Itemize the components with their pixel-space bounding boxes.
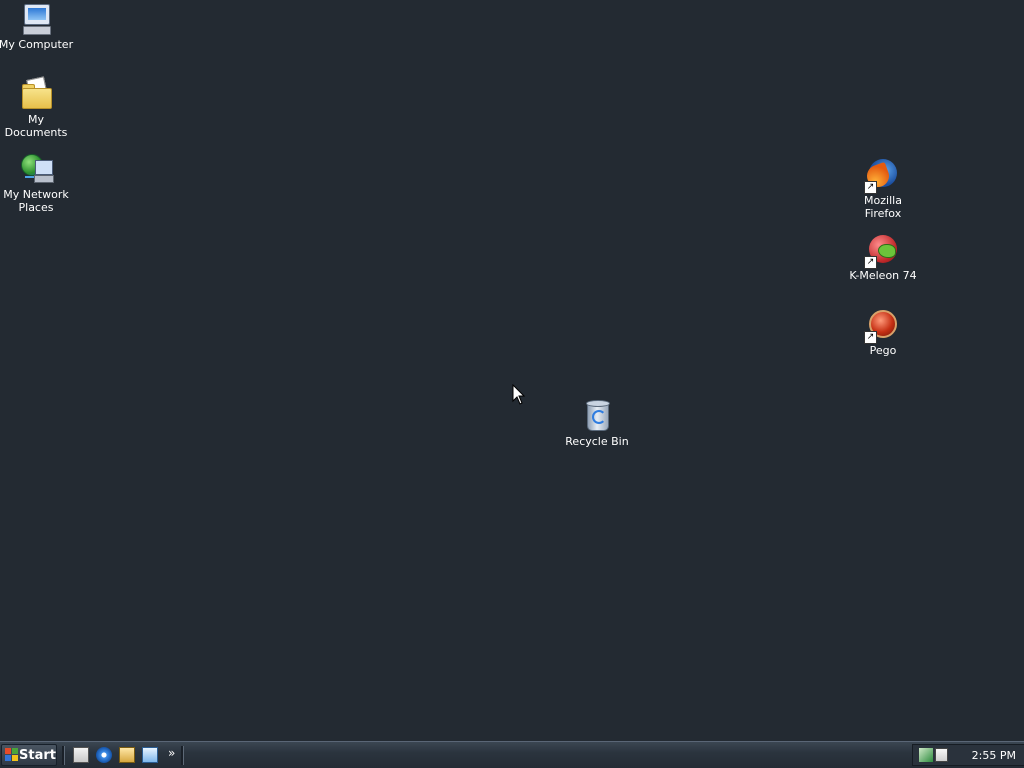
pego-icon: ↗ [864,308,900,344]
shortcut-arrow-icon: ↗ [864,256,877,269]
shortcut-arrow-icon: ↗ [864,331,877,344]
windows-logo-icon [5,748,18,762]
desktop-icon-pego[interactable]: ↗ Pego [845,308,921,357]
internet-explorer-icon[interactable] [96,747,112,763]
show-desktop-icon[interactable] [73,747,89,763]
windows-explorer-icon[interactable] [142,747,158,763]
desktop-icon-label: My Network Places [3,188,69,214]
my-computer-icon [19,2,53,36]
start-button[interactable]: Start [1,744,57,766]
recycle-bin-icon [580,399,614,433]
desktop-icon-my-documents[interactable]: My Documents [0,76,74,139]
desktop-icon-recycle-bin[interactable]: Recycle Bin [559,399,635,448]
mouse-cursor-icon [512,384,526,405]
desktop-icon-label: My Documents [4,113,68,139]
desktop-icon-label: K-Meleon 74 [849,269,917,282]
outlook-express-icon[interactable] [119,747,135,763]
taskbar: Start » 2:55 PM [0,741,1024,768]
shortcut-arrow-icon: ↗ [864,181,877,194]
desktop-icon-my-computer[interactable]: My Computer [0,2,74,51]
desktop-icon-mozilla-firefox[interactable]: ↗ Mozilla Firefox [845,158,921,220]
desktop-icon-k-meleon[interactable]: ↗ K-Meleon 74 [845,233,921,282]
network-tray-icon[interactable] [919,748,933,762]
firefox-icon: ↗ [864,158,900,194]
start-label: Start [19,747,56,763]
volume-tray-icon[interactable] [935,748,948,762]
desktop-icon-label: Recycle Bin [565,435,629,448]
taskbar-separator [62,746,65,765]
network-places-icon [19,152,54,186]
desktop-icon-label: Pego [869,344,897,357]
desktop-icon-label: My Computer [0,38,74,51]
taskbar-separator [181,746,184,765]
my-documents-icon [19,76,53,111]
system-tray: 2:55 PM [912,744,1024,766]
clock[interactable]: 2:55 PM [972,749,1016,762]
desktop-icon-my-network-places[interactable]: My Network Places [0,152,74,214]
desktop-icon-label: Mozilla Firefox [864,194,902,220]
k-meleon-icon: ↗ [864,233,900,269]
quick-launch-chevron[interactable]: » [168,746,175,760]
